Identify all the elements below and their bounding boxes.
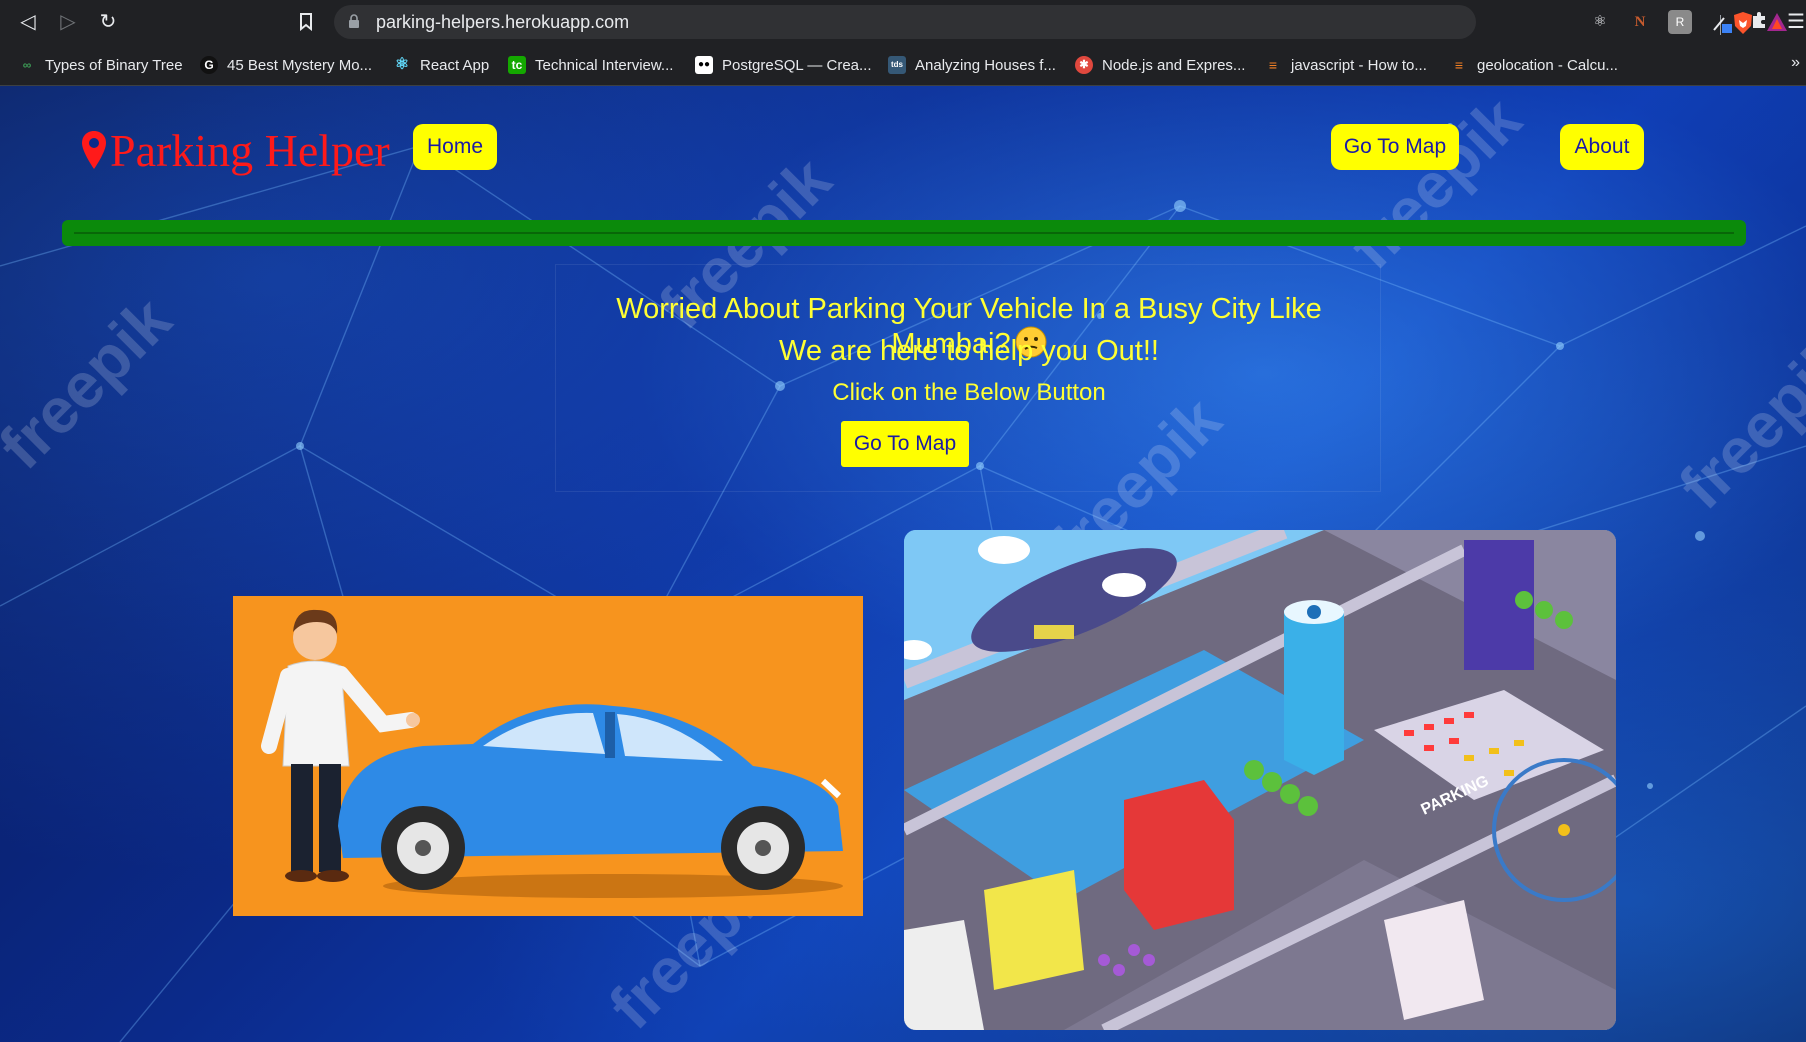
bookmark-item[interactable]: ●● PostgreSQL — Crea... [695,53,872,77]
stackoverflow-favicon-icon: ≡ [1268,57,1278,73]
bookmark-label: Types of Binary Tree [45,56,183,74]
node-favicon-icon: ✱ [1075,56,1093,74]
react-devtools-icon[interactable]: ⚛ [1588,10,1612,34]
bookmark-label: Analyzing Houses f... [915,56,1056,74]
hero-subheading: We are here to help you Out!! [779,335,1159,367]
header-divider-bar [62,220,1746,246]
nav-go-to-map-button[interactable]: Go To Map [1331,124,1459,170]
mystery-favicon-icon: G [200,56,218,74]
go-to-map-button[interactable]: Go To Map [841,421,969,467]
stackoverflow-favicon-icon: ≡ [1454,57,1464,73]
divider-line [74,232,1734,234]
browser-toolbar: ◁ ▷ ↻ parking-helpers.herokuapp.com ⚛ N … [0,0,1806,44]
bookmark-item[interactable]: tc Technical Interview... [508,53,673,77]
brand-logo[interactable]: Parking Helper [80,122,390,178]
color-picker-icon[interactable] [1710,10,1734,34]
bookmark-item[interactable]: G 45 Best Mystery Mo... [200,53,372,77]
car-illustration [233,596,863,916]
bookmark-label: javascript - How to... [1291,56,1427,74]
bookmark-label: React App [420,56,490,74]
url-text: parking-helpers.herokuapp.com [376,12,630,32]
bookmark-label: 45 Best Mystery Mo... [227,56,373,74]
bookmark-item[interactable]: ✱ Node.js and Expres... [1075,53,1245,77]
bookmark-label: Technical Interview... [535,56,674,74]
binary-tree-favicon-icon: ∞ [22,58,32,72]
react-favicon-icon: ⚛ [394,56,410,73]
bookmark-item[interactable]: ⚛ React App [393,53,489,77]
bookmark-item[interactable]: ≡ geolocation - Calcu... [1450,53,1618,77]
extension-n-icon[interactable]: N [1628,10,1652,34]
extensions-puzzle-icon[interactable] [1748,10,1772,34]
bookmarks-overflow-button[interactable]: » [1791,54,1800,72]
bookmark-item[interactable]: ∞ Types of Binary Tree [18,53,183,77]
bookmark-label: Node.js and Expres... [1102,56,1246,74]
address-bar[interactable]: parking-helpers.herokuapp.com [334,5,1787,39]
back-icon[interactable]: ◁ [14,8,42,36]
home-button[interactable]: Home [413,124,497,170]
menu-icon[interactable]: ☰ [1784,10,1806,34]
bookmark-label: geolocation - Calcu... [1477,56,1618,74]
bookmarks-bar: ∞ Types of Binary Tree G 45 Best Mystery… [0,44,1806,86]
reload-icon[interactable]: ↻ [94,8,122,36]
hero-section: Worried About Parking Your Vehicle In a … [555,264,1381,492]
city-parking-illustration: PARKING [904,530,1616,1030]
bookmark-item[interactable]: ≡ javascript - How to... [1264,53,1427,77]
hero-instruction: Click on the Below Button [832,379,1106,406]
tds-favicon-icon: tds [888,56,906,74]
forward-icon[interactable]: ▷ [54,8,82,36]
bookmark-item[interactable]: tds Analyzing Houses f... [888,53,1056,77]
lock-icon [349,14,359,28]
bookmark-page-icon[interactable] [292,8,320,36]
brand-name: Parking Helper [110,124,390,176]
about-button[interactable]: About [1560,124,1644,170]
location-pin-icon [82,131,106,169]
medium-favicon-icon: ●● [695,56,713,74]
page-viewport: freepik freepik freepik freepik freepik … [0,86,1806,1042]
tc-favicon-icon: tc [508,56,526,74]
extension-r-icon[interactable]: R [1668,10,1692,34]
bookmark-label: PostgreSQL — Crea... [722,56,872,74]
